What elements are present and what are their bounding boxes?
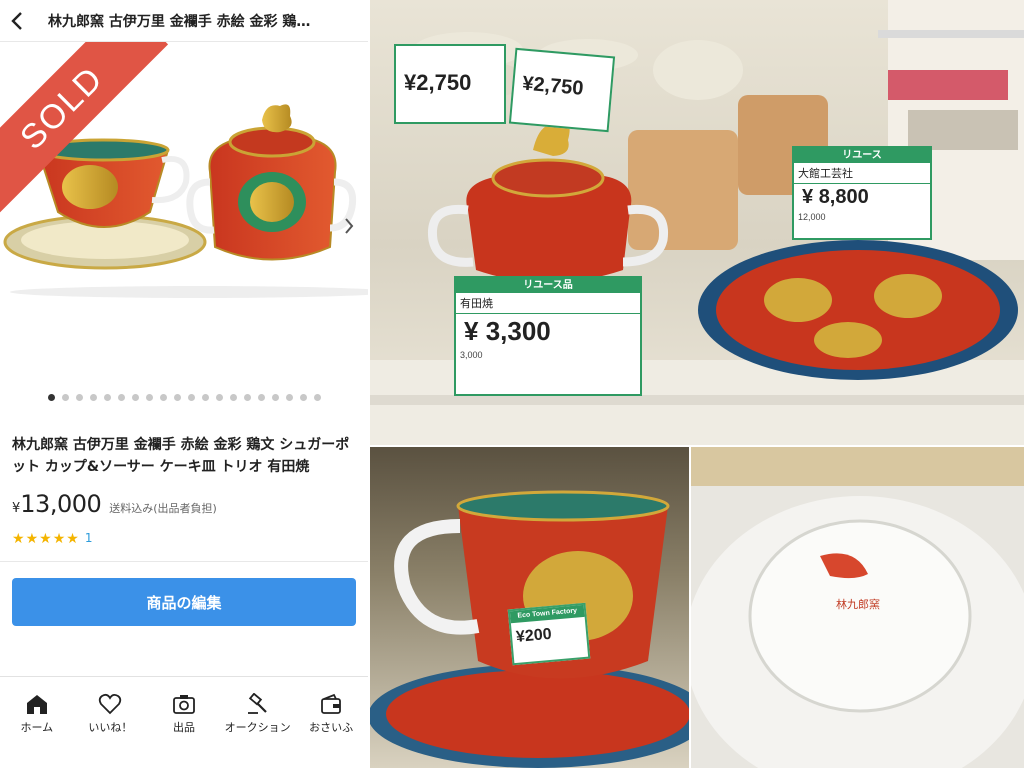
gallery-dot[interactable] [299, 394, 307, 401]
gallery-dot[interactable] [159, 394, 167, 401]
image-gallery[interactable]: SOLD [0, 42, 368, 416]
gallery-dot[interactable] [313, 394, 321, 401]
tab-label: いいね！ [88, 721, 133, 734]
price: 8,800 [818, 186, 869, 208]
gavel-icon [247, 693, 267, 714]
price-tag-wood-cup: リユース 大館工芸社 ¥ 8,800 12,000 [792, 146, 932, 240]
price-row: ¥ 13,000 送料込み(出品者負担) [12, 490, 356, 518]
mobile-app-panel: 林九郎窯 古伊万里 金襴手 赤絵 金彩 鶏… SOLD 林九郎窯 古伊万里 金襴… [0, 0, 368, 768]
collage-divider [368, 0, 370, 768]
gallery-dot[interactable] [61, 394, 69, 401]
price-tag-bowl-1: ¥2,750 [394, 44, 506, 124]
gallery-dot[interactable] [117, 394, 125, 401]
currency-symbol: ¥ [404, 70, 417, 95]
bottom-tab-bar: ホーム いいね！ 出品 オークション おさいふ [0, 676, 368, 768]
wallet-icon [321, 693, 342, 714]
home-icon [26, 695, 47, 714]
star-icon: ★ [25, 531, 39, 547]
back-stamp: 林九郎窯 [836, 599, 880, 611]
chevron-left-icon [11, 11, 22, 30]
gallery-dot[interactable] [89, 394, 97, 401]
rating-stars: ★★★★★ [12, 528, 80, 547]
chevron-right-icon[interactable] [344, 218, 354, 234]
price: 2,750 [416, 70, 472, 95]
tab-label: 出品 [172, 721, 195, 734]
cup-price-sticker: Eco Town Factory ¥200 [507, 602, 591, 666]
page-title: 林九郎窯 古伊万里 金襴手 赤絵 金彩 鶏… [48, 13, 311, 30]
tab-label: オークション [224, 721, 291, 734]
gallery-dot[interactable] [173, 394, 181, 401]
tag-old-price: 3,000 [460, 350, 483, 360]
tab-label: おさいふ [309, 721, 354, 734]
tab-auction[interactable]: オークション [221, 693, 295, 768]
tab-likes[interactable]: いいね！ [74, 693, 148, 768]
gallery-dot[interactable] [243, 394, 251, 401]
tab-label: ホーム [20, 721, 54, 734]
camera-icon [173, 695, 195, 714]
gallery-dot[interactable] [215, 394, 223, 401]
tab-home[interactable]: ホーム [0, 693, 74, 768]
rating-count[interactable]: 1 [85, 531, 93, 545]
gallery-dot[interactable] [257, 394, 265, 401]
gallery-dot[interactable] [229, 394, 237, 401]
plate-back-photo: 林九郎窯 [690, 446, 1024, 768]
currency-symbol: ¥ [464, 316, 479, 346]
edit-item-button[interactable]: 商品の編集 [12, 578, 356, 626]
gallery-dot[interactable] [145, 394, 153, 401]
product-title: 林九郎窯 古伊万里 金襴手 赤絵 金彩 鶏文 シュガーポット カップ&ソーサー … [12, 437, 350, 475]
gallery-dots [0, 394, 368, 401]
tab-sell[interactable]: 出品 [147, 693, 221, 768]
currency-symbol: ¥ [802, 186, 814, 208]
gallery-dot[interactable] [103, 394, 111, 401]
currency-symbol: ¥ [12, 501, 21, 516]
tag-maker: 有田焼 [456, 293, 640, 314]
star-icon: ★ [52, 531, 66, 547]
back-button[interactable] [0, 0, 34, 42]
top-bar: 林九郎窯 古伊万里 金襴手 赤絵 金彩 鶏… [0, 0, 368, 42]
price-tag-sugar-pot: リユース品 有田焼 ¥ 3,300 3,000 [454, 276, 642, 396]
tab-wallet[interactable]: おさいふ [294, 693, 368, 768]
seller-rating[interactable]: ★★★★★ 1 [12, 528, 356, 548]
collage-divider [368, 445, 1024, 447]
tag-header: リユース [794, 148, 930, 163]
cup-closeup-photo: Eco Town Factory ¥200 [368, 446, 690, 768]
store-shelf-photo: ¥2,750 ¥2,750 リユース品 有田焼 ¥ 3,300 3,000 リユ… [368, 0, 1024, 446]
heart-icon [99, 693, 122, 715]
gallery-dot[interactable] [271, 394, 279, 401]
star-icon: ★ [66, 531, 79, 547]
gallery-dot[interactable] [201, 394, 209, 401]
divider [0, 561, 368, 562]
price-tag-bowl-2: ¥2,750 [508, 47, 616, 133]
tag-maker: 大館工芸社 [794, 163, 930, 184]
gallery-dot[interactable] [47, 394, 55, 401]
gallery-dot[interactable] [131, 394, 139, 401]
price: 2,750 [532, 73, 585, 100]
collage-divider [689, 446, 691, 768]
product-info: 林九郎窯 古伊万里 金襴手 赤絵 金彩 鶏文 シュガーポット カップ&ソーサー … [0, 418, 368, 640]
gallery-dot[interactable] [187, 394, 195, 401]
price: 3,300 [485, 316, 551, 346]
price: 13,000 [20, 490, 102, 518]
star-icon: ★ [12, 531, 25, 547]
star-icon: ★ [39, 531, 52, 547]
tag-old-price: 12,000 [798, 212, 826, 222]
shipping-note: 送料込み(出品者負担) [109, 502, 217, 515]
gallery-dot[interactable] [75, 394, 83, 401]
tag-header: リユース品 [456, 278, 640, 293]
gallery-dot[interactable] [285, 394, 293, 401]
